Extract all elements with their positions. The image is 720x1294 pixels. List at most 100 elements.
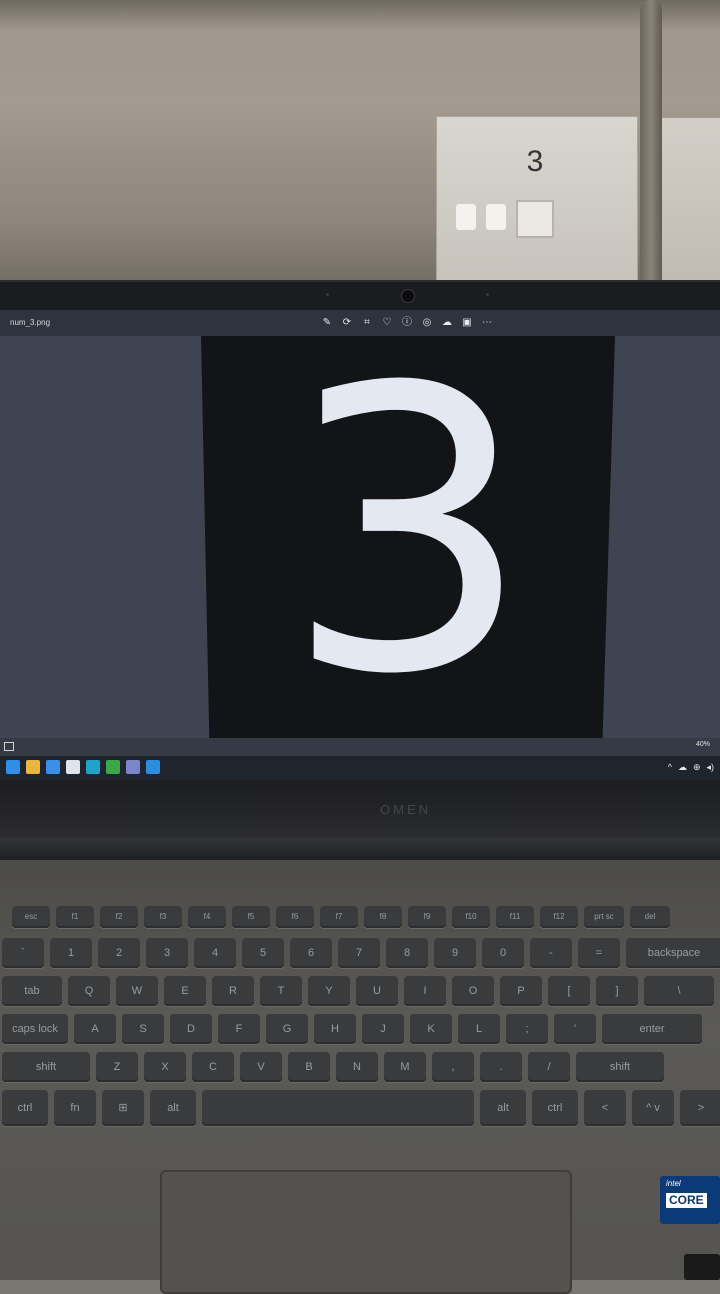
tray-icon[interactable]: ^ <box>668 762 672 773</box>
keyboard-key[interactable]: B <box>288 1052 330 1082</box>
keyboard-key[interactable]: N <box>336 1052 378 1082</box>
share-icon[interactable]: ☁ <box>440 316 454 330</box>
keyboard-key[interactable]: esc <box>12 906 50 928</box>
keyboard-key[interactable]: fn <box>54 1090 96 1126</box>
keyboard-key[interactable]: = <box>578 938 620 968</box>
filmstrip-icon[interactable] <box>4 742 14 751</box>
keyboard-key[interactable]: Q <box>68 976 110 1006</box>
keyboard-key[interactable]: S <box>122 1014 164 1044</box>
file-explorer-icon[interactable] <box>26 760 40 774</box>
keyboard-key[interactable]: f7 <box>320 906 358 928</box>
app-icon[interactable] <box>106 760 120 774</box>
keyboard-key[interactable]: ' <box>554 1014 596 1044</box>
keyboard-key[interactable]: alt <box>150 1090 196 1126</box>
teams-icon[interactable] <box>126 760 140 774</box>
keyboard-key[interactable]: f3 <box>144 906 182 928</box>
keyboard-key[interactable]: backspace <box>626 938 720 968</box>
keyboard-key[interactable]: enter <box>602 1014 702 1044</box>
onedrive-icon[interactable]: ▣ <box>460 316 474 330</box>
keyboard-key[interactable]: [ <box>548 976 590 1006</box>
keyboard-key[interactable]: 3 <box>146 938 188 968</box>
rotate-icon[interactable]: ⟳ <box>340 316 354 330</box>
keyboard-key[interactable]: O <box>452 976 494 1006</box>
keyboard-key[interactable]: f4 <box>188 906 226 928</box>
keyboard-key[interactable]: M <box>384 1052 426 1082</box>
keyboard-key[interactable]: f6 <box>276 906 314 928</box>
keyboard-key[interactable]: T <box>260 976 302 1006</box>
tray-icon[interactable]: ◂) <box>706 762 714 773</box>
keyboard-key[interactable]: shift <box>2 1052 90 1082</box>
keyboard-key[interactable]: caps lock <box>2 1014 68 1044</box>
keyboard-key[interactable]: f8 <box>364 906 402 928</box>
keyboard-key[interactable]: 1 <box>50 938 92 968</box>
keyboard-key[interactable]: R <box>212 976 254 1006</box>
keyboard-key[interactable]: C <box>192 1052 234 1082</box>
copilot-icon[interactable]: ◎ <box>420 316 434 330</box>
keyboard-key[interactable]: f11 <box>496 906 534 928</box>
spacebar-key[interactable] <box>202 1090 474 1126</box>
keyboard-key[interactable]: 6 <box>290 938 332 968</box>
tray-icon[interactable]: ⊕ <box>693 762 701 773</box>
keyboard-key[interactable]: I <box>404 976 446 1006</box>
keyboard-key[interactable]: f1 <box>56 906 94 928</box>
tray-icon[interactable]: ☁ <box>678 762 687 773</box>
keyboard-key[interactable]: ⊞ <box>102 1090 144 1126</box>
keyboard-key[interactable]: G <box>266 1014 308 1044</box>
keyboard-key[interactable]: E <box>164 976 206 1006</box>
keyboard-key[interactable]: A <box>74 1014 116 1044</box>
keyboard-key[interactable]: del <box>630 906 670 928</box>
keyboard-key[interactable]: f12 <box>540 906 578 928</box>
keyboard-key[interactable]: f2 <box>100 906 138 928</box>
keyboard-key[interactable]: tab <box>2 976 62 1006</box>
keyboard-key[interactable]: V <box>240 1052 282 1082</box>
keyboard-key[interactable]: 4 <box>194 938 236 968</box>
info-icon[interactable]: ⓘ <box>400 316 414 330</box>
keyboard-key[interactable]: ] <box>596 976 638 1006</box>
keyboard-key[interactable]: alt <box>480 1090 526 1126</box>
keyboard-key[interactable]: F <box>218 1014 260 1044</box>
store-icon[interactable] <box>66 760 80 774</box>
keyboard-key[interactable]: ctrl <box>2 1090 48 1126</box>
keyboard-key[interactable]: ; <box>506 1014 548 1044</box>
tasks-icon[interactable] <box>46 760 60 774</box>
keyboard-key[interactable]: f9 <box>408 906 446 928</box>
keyboard-key[interactable]: < <box>584 1090 626 1126</box>
keyboard-key[interactable]: 8 <box>386 938 428 968</box>
keyboard-key[interactable]: Z <box>96 1052 138 1082</box>
keyboard-key[interactable]: shift <box>576 1052 664 1082</box>
keyboard-key[interactable]: ^ v <box>632 1090 674 1126</box>
edit-icon[interactable]: ✎ <box>320 316 334 330</box>
keyboard-key[interactable]: W <box>116 976 158 1006</box>
keyboard-key[interactable]: prt sc <box>584 906 624 928</box>
keyboard-key[interactable]: J <box>362 1014 404 1044</box>
keyboard-key[interactable]: L <box>458 1014 500 1044</box>
keyboard-key[interactable]: f5 <box>232 906 270 928</box>
keyboard-key[interactable]: X <box>144 1052 186 1082</box>
keyboard-key[interactable]: Y <box>308 976 350 1006</box>
zoom-level[interactable]: 40% <box>696 741 710 748</box>
start-icon[interactable] <box>6 760 20 774</box>
keyboard-key[interactable]: . <box>480 1052 522 1082</box>
keyboard-key[interactable]: K <box>410 1014 452 1044</box>
crop-icon[interactable]: ⌗ <box>360 316 374 330</box>
keyboard-key[interactable]: D <box>170 1014 212 1044</box>
keyboard-key[interactable]: 9 <box>434 938 476 968</box>
keyboard-key[interactable]: 2 <box>98 938 140 968</box>
favorite-icon[interactable]: ♡ <box>380 316 394 330</box>
keyboard-key[interactable]: 7 <box>338 938 380 968</box>
keyboard-key[interactable]: > <box>680 1090 720 1126</box>
keyboard-key[interactable]: U <box>356 976 398 1006</box>
edge-icon[interactable] <box>86 760 100 774</box>
keyboard-key[interactable]: , <box>432 1052 474 1082</box>
keyboard-key[interactable]: 0 <box>482 938 524 968</box>
keyboard-key[interactable]: ` <box>2 938 44 968</box>
keyboard-key[interactable]: P <box>500 976 542 1006</box>
photos-icon[interactable] <box>146 760 160 774</box>
keyboard-key[interactable]: 5 <box>242 938 284 968</box>
more-icon[interactable]: ⋯ <box>480 316 494 330</box>
keyboard-key[interactable]: ctrl <box>532 1090 578 1126</box>
keyboard-key[interactable]: f10 <box>452 906 490 928</box>
keyboard-key[interactable]: / <box>528 1052 570 1082</box>
keyboard-key[interactable]: \ <box>644 976 714 1006</box>
touchpad[interactable] <box>160 1170 572 1294</box>
